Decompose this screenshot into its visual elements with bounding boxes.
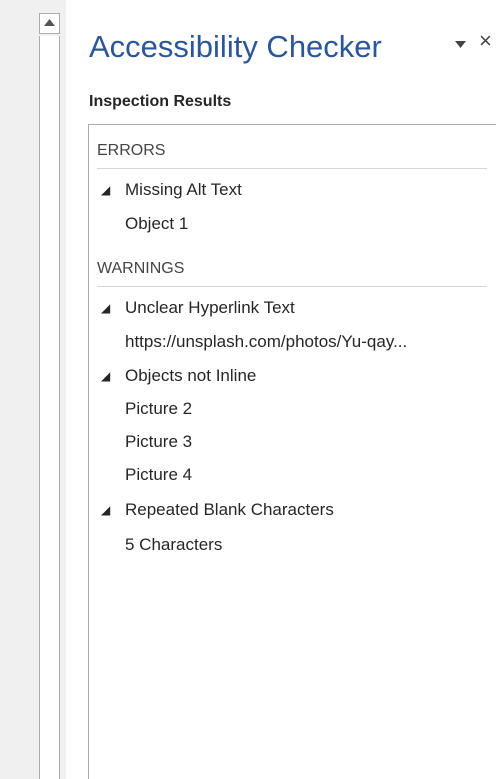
scroll-up-button[interactable] [39, 13, 60, 34]
collapse-triangle-icon[interactable]: ◢ [101, 365, 115, 387]
dropdown-triangle-icon [455, 41, 466, 48]
issue-title: Repeated Blank Characters [125, 500, 334, 519]
warnings-group-header: WARNINGS [97, 260, 185, 277]
errors-divider [97, 168, 487, 169]
issue-item-5-characters[interactable]: 5 Characters [125, 534, 222, 556]
inspection-results-label: Inspection Results [89, 93, 232, 110]
issue-title: Objects not Inline [125, 366, 257, 385]
collapse-triangle-icon[interactable]: ◢ [101, 499, 115, 521]
warnings-divider [97, 286, 487, 287]
issue-unclear-hyperlink-text[interactable]: ◢ Unclear Hyperlink Text [101, 297, 295, 319]
issue-repeated-blank-characters[interactable]: ◢ Repeated Blank Characters [101, 499, 334, 521]
document-scrollbar[interactable] [0, 0, 66, 779]
collapse-triangle-icon[interactable]: ◢ [101, 297, 115, 319]
accessibility-pane-window: Accessibility Checker × Inspection Resul… [0, 0, 496, 779]
issue-item-picture-4[interactable]: Picture 4 [125, 464, 192, 486]
issue-item-object-1[interactable]: Object 1 [125, 213, 188, 235]
pane-title: Accessibility Checker [89, 29, 382, 64]
issue-objects-not-inline[interactable]: ◢ Objects not Inline [101, 365, 256, 387]
scroll-up-arrow-icon [44, 19, 55, 26]
scroll-track[interactable] [39, 36, 60, 779]
issue-item-hyperlink[interactable]: https://unsplash.com/photos/Yu-qay... [125, 331, 407, 353]
issue-item-picture-3[interactable]: Picture 3 [125, 431, 192, 453]
close-icon[interactable]: × [479, 30, 492, 52]
errors-group-header: ERRORS [97, 142, 166, 159]
issue-title: Missing Alt Text [125, 180, 242, 199]
issue-missing-alt-text[interactable]: ◢ Missing Alt Text [101, 179, 242, 201]
collapse-triangle-icon[interactable]: ◢ [101, 179, 115, 201]
issue-item-picture-2[interactable]: Picture 2 [125, 398, 192, 420]
pane-options-dropdown-icon[interactable] [455, 35, 466, 53]
issue-title: Unclear Hyperlink Text [125, 298, 295, 317]
